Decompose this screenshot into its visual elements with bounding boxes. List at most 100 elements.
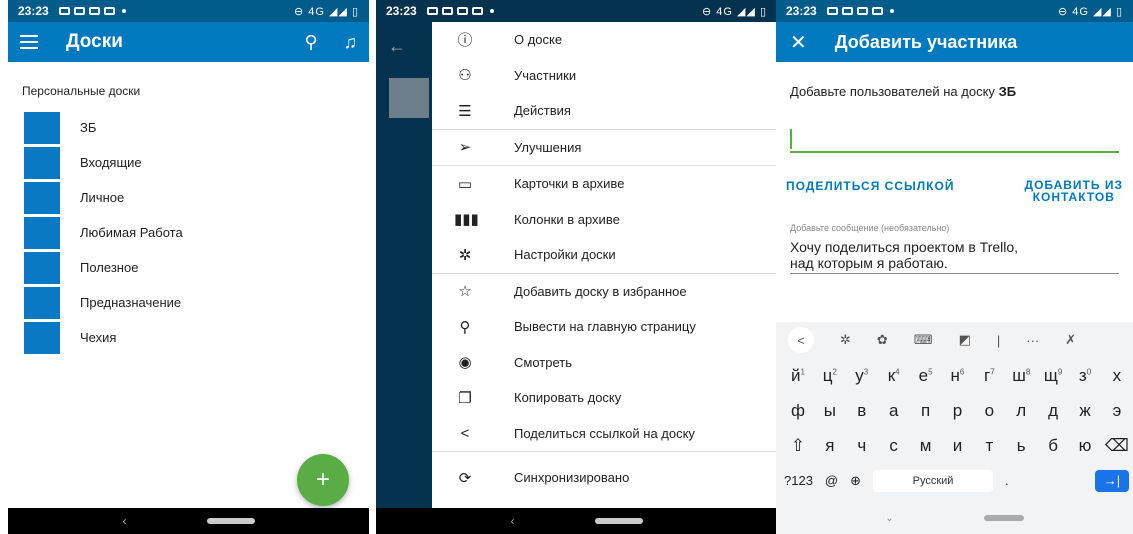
key[interactable]: ч [848, 436, 876, 456]
notifications-bell-icon[interactable]: ♫ [344, 32, 358, 53]
space-key[interactable]: Русский [873, 469, 994, 492]
keyboard-tool-7[interactable]: ✗ [1065, 332, 1076, 348]
key[interactable]: т [975, 436, 1003, 456]
actions-icon: ☰ [458, 102, 472, 120]
keyboard-tool-2[interactable]: ✿ [877, 332, 888, 348]
archived-lists-icon: ▮▮▮ [454, 211, 479, 229]
key[interactable]: в [848, 401, 876, 421]
key[interactable]: л [1007, 401, 1035, 421]
key-number-hint: 3 [863, 366, 869, 376]
message-hint: Добавьте сообщение (необязательно) [790, 223, 950, 233]
keyboard-tool-6[interactable]: ··· [1026, 333, 1039, 348]
menu-item-watch[interactable]: ◉ Смотреть [432, 345, 777, 381]
system-nav-bar: ‹ [376, 508, 777, 534]
back-icon[interactable]: ‹ [123, 514, 127, 528]
user-search-input[interactable] [790, 125, 1119, 153]
key[interactable]: р [943, 401, 971, 421]
keyboard-tool-3[interactable]: ⌨ [914, 332, 933, 348]
board-item[interactable]: Любимая Работа [8, 215, 369, 250]
board-color-swatch [24, 321, 60, 354]
menu-item-copy-board[interactable]: ❐ Копировать доску [432, 380, 777, 416]
key[interactable]: п [912, 401, 940, 421]
keyboard-tool-1[interactable]: ✲ [840, 332, 851, 348]
notification-icons [426, 7, 494, 15]
key[interactable]: а [880, 401, 908, 421]
message-input[interactable]: Хочу поделиться проектом в Trello, над к… [776, 233, 1119, 273]
at-key[interactable]: @ [825, 473, 838, 488]
key[interactable]: у3 [848, 366, 876, 386]
key-letter: й [791, 365, 801, 385]
board-color-swatch [24, 216, 60, 249]
keyboard-tool-5[interactable]: | [997, 333, 1000, 348]
key[interactable]: и [943, 436, 971, 456]
menu-item-archived-cards[interactable]: ▭ Карточки в архиве [432, 166, 777, 202]
menu-item-power-ups[interactable]: ➢ Улучшения [432, 130, 777, 166]
board-color-swatch [24, 251, 60, 284]
key[interactable]: ⌫ [1103, 436, 1131, 456]
key[interactable]: ф [784, 401, 812, 421]
menu-item-actions[interactable]: ☰ Действия [432, 93, 777, 129]
hamburger-menu-icon[interactable] [20, 35, 38, 49]
key[interactable]: е5 [912, 366, 940, 386]
board-item[interactable]: Предназначение [8, 285, 369, 320]
menu-item-archived-lists[interactable]: ▮▮▮ Колонки в архиве [432, 202, 777, 238]
search-icon[interactable]: ⚲ [304, 32, 317, 53]
period-key[interactable]: . [1005, 473, 1009, 488]
home-pill[interactable] [983, 515, 1024, 521]
add-board-fab[interactable]: + [297, 454, 349, 506]
menu-item-synced[interactable]: ⟳ Синхронизировано [432, 460, 777, 496]
globe-icon[interactable]: ⊕ [850, 473, 861, 489]
key[interactable]: м [912, 436, 940, 456]
status-bar: 23:23 ⊖ 4G ◢◢ ▯ [776, 0, 1133, 22]
menu-item-members[interactable]: ⚇ Участники [432, 58, 777, 94]
key[interactable]: ы [816, 401, 844, 421]
page-title: Доски [66, 31, 123, 52]
key[interactable]: д [1039, 401, 1067, 421]
archived-cards-icon: ▭ [457, 175, 473, 193]
key[interactable]: з0 [1071, 366, 1099, 386]
system-icons: ⊖ 4G ◢◢ ▯ [1057, 5, 1123, 18]
key-number-hint: 6 [959, 366, 965, 376]
key[interactable]: ц2 [816, 366, 844, 386]
menu-item-pin-home[interactable]: ⚲ Вывести на главную страницу [432, 309, 777, 345]
dimmed-board-background[interactable]: ← [376, 22, 432, 508]
menu-item-add-favorite[interactable]: ☆ Добавить доску в избранное [432, 274, 777, 310]
key[interactable]: ж [1071, 401, 1099, 421]
key[interactable]: ⇧ [784, 436, 812, 456]
key[interactable]: г7 [975, 366, 1003, 386]
share-link-button[interactable]: ПОДЕЛИТЬСЯ ССЫЛКОЙ [786, 179, 954, 203]
key[interactable]: э [1103, 401, 1131, 421]
back-icon[interactable]: ‹ [511, 514, 515, 528]
symbols-key[interactable]: ?123 [784, 473, 813, 488]
key[interactable]: я [816, 436, 844, 456]
key[interactable]: н6 [943, 366, 971, 386]
menu-item-about-board[interactable]: ⓘ О доске [432, 22, 777, 58]
key[interactable]: ю [1071, 436, 1099, 456]
key[interactable]: б [1039, 436, 1067, 456]
key[interactable]: с [880, 436, 908, 456]
board-item[interactable]: Личное [8, 180, 369, 215]
key[interactable]: ш8 [1007, 366, 1035, 386]
board-item[interactable]: ЗБ [8, 110, 369, 145]
key[interactable]: ь [1007, 436, 1035, 456]
keyboard-tool-4[interactable]: ◩ [959, 332, 971, 348]
menu-item-board-settings[interactable]: ✲ Настройки доски [432, 237, 777, 273]
key-letter: ш [1012, 365, 1026, 385]
board-item[interactable]: Чехия [8, 320, 369, 355]
close-icon[interactable]: ✕ [790, 30, 807, 55]
enter-key[interactable]: →| [1095, 469, 1129, 492]
board-item[interactable]: Входящие [8, 145, 369, 180]
key[interactable]: й1 [784, 366, 812, 386]
board-item[interactable]: Полезное [8, 250, 369, 285]
menu-item-share-link[interactable]: < Поделиться ссылкой на доску [432, 416, 777, 452]
key[interactable]: к4 [880, 366, 908, 386]
key[interactable]: х [1103, 366, 1131, 386]
back-arrow-icon[interactable]: ← [376, 22, 432, 71]
add-from-contacts-button[interactable]: ДОБАВИТЬ ИЗ КОНТАКТОВ [1025, 179, 1123, 203]
keyboard-tool-0[interactable]: < [788, 327, 814, 353]
key[interactable]: щ9 [1039, 366, 1067, 386]
home-pill[interactable] [594, 518, 643, 524]
hide-keyboard-icon[interactable]: ⌄ [885, 513, 893, 524]
home-pill[interactable] [206, 518, 255, 524]
key[interactable]: о [975, 401, 1003, 421]
